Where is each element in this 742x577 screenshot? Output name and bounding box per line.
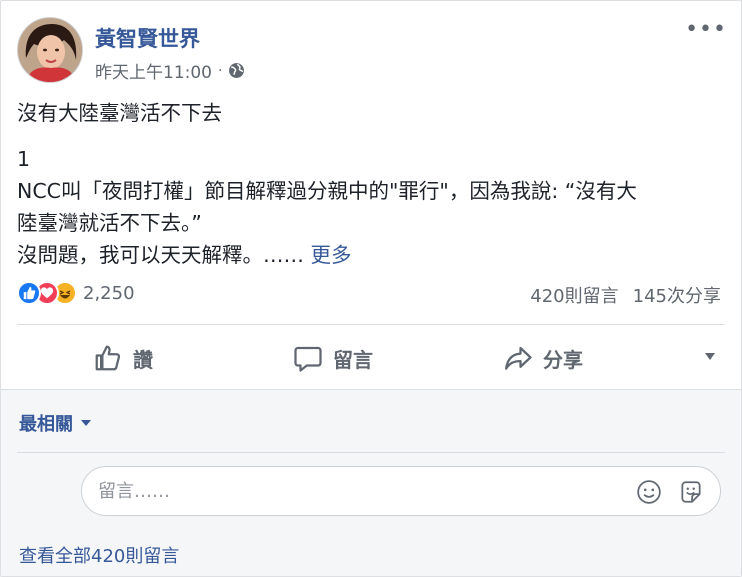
like-icon bbox=[17, 281, 41, 305]
comment-sort-dropdown[interactable]: 最相關 bbox=[19, 410, 91, 436]
see-more-link[interactable]: 更多 bbox=[311, 243, 352, 267]
view-all-comments-link[interactable]: 查看全部420則留言 bbox=[19, 542, 179, 568]
comment-icon bbox=[294, 346, 322, 372]
divider bbox=[17, 324, 725, 325]
post-text-line: NCC叫「夜問打權」節目解釋過分親中的"罪行"，因為我說: “沒有大 bbox=[17, 179, 637, 203]
like-button-label: 讚 bbox=[133, 347, 153, 372]
comment-sort-label: 最相關 bbox=[19, 414, 73, 435]
emoji-icon[interactable] bbox=[636, 479, 662, 505]
avatar-photo bbox=[18, 18, 82, 82]
post-text-line: 沒有大陸臺灣活不下去 bbox=[17, 101, 222, 125]
post-stats: 420則留言 145次分享 bbox=[530, 282, 721, 308]
post-card: 黃智賢世界 昨天上午11:00 · ••• 沒有大陸臺灣活不下去 1 NCC叫「… bbox=[0, 0, 742, 577]
like-button[interactable]: 讚 bbox=[93, 331, 153, 385]
post-actions: 讚 留言 分享 bbox=[17, 331, 725, 385]
author-name[interactable]: 黃智賢世界 bbox=[95, 23, 200, 53]
globe-icon[interactable] bbox=[228, 62, 245, 79]
share-dropdown-icon[interactable] bbox=[705, 353, 715, 360]
comments-count[interactable]: 420則留言 bbox=[530, 282, 618, 308]
post-text-line: 陸臺灣就活不下去。” bbox=[17, 211, 202, 235]
comment-composer[interactable] bbox=[81, 466, 721, 516]
sticker-icon[interactable] bbox=[678, 479, 704, 505]
share-button[interactable]: 分享 bbox=[503, 331, 583, 385]
post-text-line: 1 bbox=[17, 147, 31, 171]
reactions-summary[interactable]: 2,250 bbox=[17, 280, 135, 306]
post-text-line: 沒問題，我可以天天解釋。…… 更多 bbox=[17, 239, 727, 271]
post-text: 沒有大陸臺灣活不下去 1 NCC叫「夜問打權」節目解釋過分親中的"罪行"，因為我… bbox=[17, 97, 727, 271]
thumbs-up-icon bbox=[95, 345, 121, 371]
author-avatar[interactable] bbox=[17, 17, 83, 83]
post-timestamp[interactable]: 昨天上午11:00 bbox=[95, 58, 212, 83]
share-icon bbox=[505, 346, 532, 370]
share-button-label: 分享 bbox=[543, 347, 583, 372]
more-options-button[interactable]: ••• bbox=[685, 19, 727, 41]
shares-count[interactable]: 145次分享 bbox=[633, 282, 721, 308]
comment-input[interactable] bbox=[98, 480, 598, 502]
meta-separator: · bbox=[218, 62, 223, 79]
comment-button[interactable]: 留言 bbox=[293, 331, 373, 385]
comments-section: 最相關 查看全部420則留言 bbox=[1, 389, 741, 576]
post-meta: 昨天上午11:00 · bbox=[95, 58, 245, 83]
comment-button-label: 留言 bbox=[333, 347, 373, 372]
caret-down-icon bbox=[81, 420, 91, 426]
divider bbox=[17, 452, 725, 453]
post-text-tail: 沒問題，我可以天天解釋。…… bbox=[17, 243, 304, 267]
reaction-count[interactable]: 2,250 bbox=[83, 283, 135, 304]
